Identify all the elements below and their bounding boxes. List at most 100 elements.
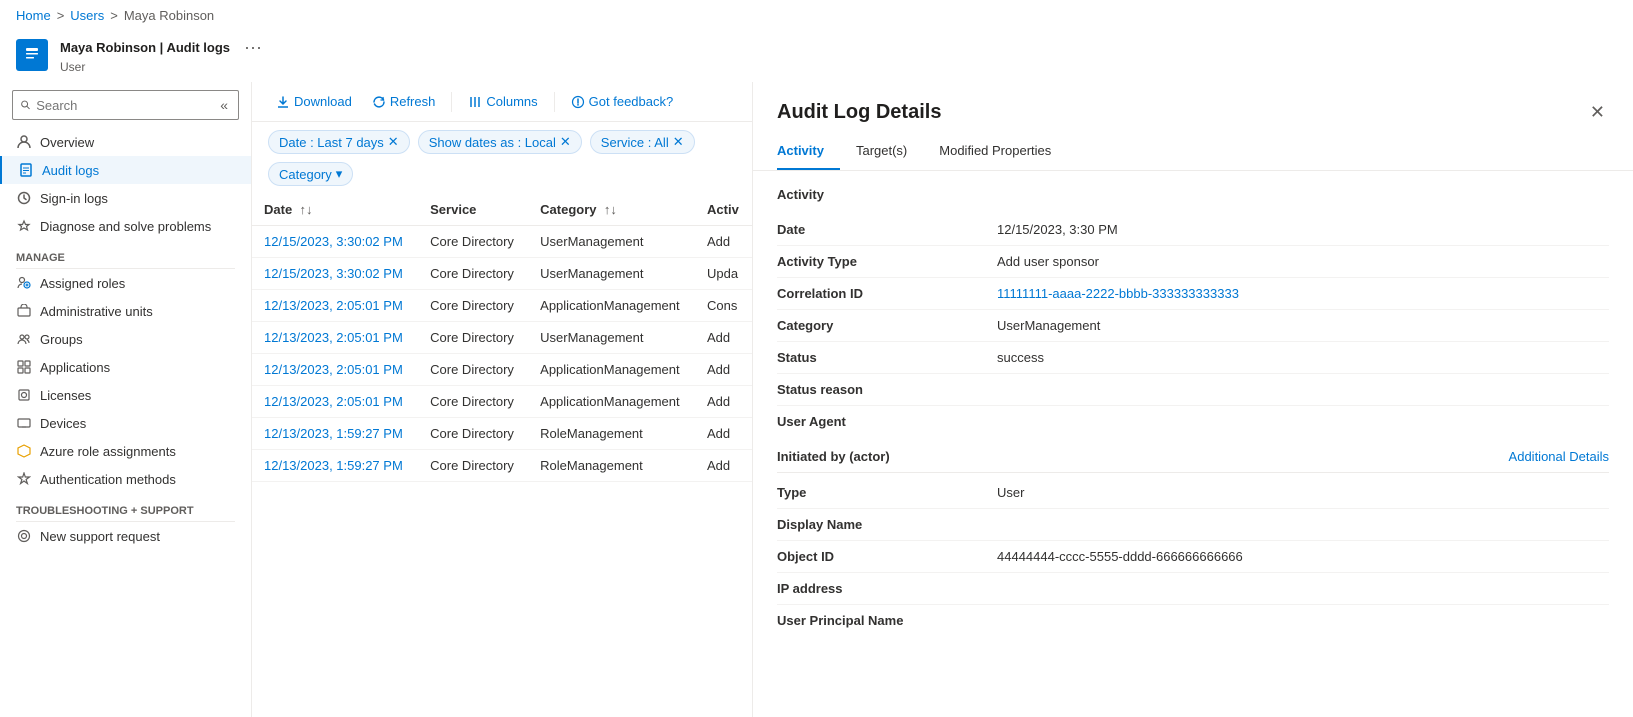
search-box[interactable]: « — [12, 90, 239, 120]
cell-date[interactable]: 12/15/2023, 3:30:02 PM — [252, 226, 418, 258]
category-filter-chip[interactable]: Category ▾ — [268, 162, 353, 186]
date-filter-chip[interactable]: Date : Last 7 days ✕ — [268, 130, 410, 154]
feedback-icon — [571, 95, 585, 109]
dates-as-filter-chip[interactable]: Show dates as : Local ✕ — [418, 130, 582, 154]
additional-details-link[interactable]: Additional Details — [1509, 449, 1609, 464]
actor-field-row: IP address — [777, 573, 1609, 605]
close-detail-button[interactable]: ✕ — [1586, 98, 1609, 127]
table-row[interactable]: 12/13/2023, 2:05:01 PM Core Directory Ap… — [252, 354, 752, 386]
cell-category: RoleManagement — [528, 418, 695, 450]
sidebar-item-licenses[interactable]: Licenses — [0, 381, 251, 409]
actor-field-label: IP address — [777, 581, 997, 596]
cell-date[interactable]: 12/13/2023, 1:59:27 PM — [252, 418, 418, 450]
header-title-block: Maya Robinson | Audit logs ··· User — [60, 35, 268, 74]
sidebar-item-label: Assigned roles — [40, 276, 125, 291]
sidebar-item-label: New support request — [40, 529, 160, 544]
actor-field-label: User Principal Name — [777, 613, 997, 628]
toolbar-separator — [554, 92, 555, 112]
cell-activity: Add — [695, 354, 752, 386]
sidebar: « Overview Audit logs Sign-in logs — [0, 82, 252, 717]
app-container: Home > Users > Maya Robinson Maya Robins… — [0, 0, 1633, 717]
actor-field-label: Display Name — [777, 517, 997, 532]
table-row[interactable]: 12/15/2023, 3:30:02 PM Core Directory Us… — [252, 258, 752, 290]
actor-section-label: Initiated by (actor) — [777, 449, 890, 464]
cell-date[interactable]: 12/13/2023, 2:05:01 PM — [252, 354, 418, 386]
cell-category: UserManagement — [528, 258, 695, 290]
cell-service: Core Directory — [418, 322, 528, 354]
sidebar-item-label: Authentication methods — [40, 472, 176, 487]
sidebar-item-devices[interactable]: Devices — [0, 409, 251, 437]
refresh-button[interactable]: Refresh — [364, 90, 444, 113]
detail-field-value: success — [997, 350, 1609, 365]
detail-field-label: Correlation ID — [777, 286, 997, 301]
cell-activity: Cons — [695, 290, 752, 322]
sidebar-item-new-support[interactable]: New support request — [0, 522, 251, 550]
cell-date[interactable]: 12/13/2023, 2:05:01 PM — [252, 386, 418, 418]
sidebar-item-azure-roles[interactable]: Azure role assignments — [0, 437, 251, 465]
cell-activity: Upda — [695, 258, 752, 290]
content-area: Download Refresh Columns Got feedback — [252, 82, 1633, 717]
header-title-row: Maya Robinson | Audit logs ··· — [60, 35, 268, 60]
sidebar-item-admin-units[interactable]: Administrative units — [0, 297, 251, 325]
breadcrumb-users[interactable]: Users — [70, 8, 104, 23]
table-body: 12/15/2023, 3:30:02 PM Core Directory Us… — [252, 226, 752, 482]
cell-date[interactable]: 12/13/2023, 1:59:27 PM — [252, 450, 418, 482]
sidebar-item-overview[interactable]: Overview — [0, 128, 251, 156]
sidebar-item-groups[interactable]: Groups — [0, 325, 251, 353]
table-row[interactable]: 12/13/2023, 1:59:27 PM Core Directory Ro… — [252, 418, 752, 450]
columns-icon — [468, 95, 482, 109]
cell-service: Core Directory — [418, 226, 528, 258]
sidebar-item-applications[interactable]: Applications — [0, 353, 251, 381]
header-subtitle: User — [60, 60, 268, 74]
cell-date[interactable]: 12/13/2023, 2:05:01 PM — [252, 290, 418, 322]
toolbar: Download Refresh Columns Got feedback — [252, 82, 752, 122]
feedback-button[interactable]: Got feedback? — [563, 90, 682, 113]
sidebar-item-label: Azure role assignments — [40, 444, 176, 459]
table-row[interactable]: 12/13/2023, 2:05:01 PM Core Directory Us… — [252, 322, 752, 354]
table-header-row: Date ↑↓ Service Category ↑↓ — [252, 194, 752, 226]
sidebar-item-diagnose[interactable]: Diagnose and solve problems — [0, 212, 251, 240]
detail-panel: Audit Log Details ✕ Activity Target(s) M… — [753, 82, 1633, 717]
download-button[interactable]: Download — [268, 90, 360, 113]
breadcrumb-home[interactable]: Home — [16, 8, 51, 23]
assigned-roles-icon — [16, 275, 32, 291]
cell-date[interactable]: 12/13/2023, 2:05:01 PM — [252, 322, 418, 354]
col-category[interactable]: Category ↑↓ — [528, 194, 695, 226]
cell-service: Core Directory — [418, 258, 528, 290]
table-row[interactable]: 12/13/2023, 2:05:01 PM Core Directory Ap… — [252, 386, 752, 418]
table-row[interactable]: 12/13/2023, 1:59:27 PM Core Directory Ro… — [252, 450, 752, 482]
table-row[interactable]: 12/15/2023, 3:30:02 PM Core Directory Us… — [252, 226, 752, 258]
cell-activity: Add — [695, 322, 752, 354]
tab-modified-properties[interactable]: Modified Properties — [939, 135, 1067, 170]
sidebar-item-label: Overview — [40, 135, 94, 150]
sidebar-item-sign-in-logs[interactable]: Sign-in logs — [0, 184, 251, 212]
search-input[interactable] — [36, 98, 212, 113]
col-activity[interactable]: Activ — [695, 194, 752, 226]
sidebar-item-auth-methods[interactable]: Authentication methods — [0, 465, 251, 493]
actor-field-label: Type — [777, 485, 997, 500]
tab-targets[interactable]: Target(s) — [856, 135, 923, 170]
sidebar-item-label: Devices — [40, 416, 86, 431]
detail-field-label: User Agent — [777, 414, 997, 429]
sidebar-item-assigned-roles[interactable]: Assigned roles — [0, 269, 251, 297]
actor-field-row: User Principal Name — [777, 605, 1609, 636]
col-service[interactable]: Service — [418, 194, 528, 226]
tab-activity[interactable]: Activity — [777, 135, 840, 170]
detail-fields: Date 12/15/2023, 3:30 PM Activity Type A… — [777, 214, 1609, 437]
actor-section-header: Initiated by (actor) Additional Details — [777, 437, 1609, 468]
chip-close-icon: ✕ — [388, 134, 399, 150]
service-filter-chip[interactable]: Service : All ✕ — [590, 130, 695, 154]
table-row[interactable]: 12/13/2023, 2:05:01 PM Core Directory Ap… — [252, 290, 752, 322]
collapse-sidebar-button[interactable]: « — [218, 95, 230, 115]
actor-fields: Type User Display Name Object ID 4444444… — [777, 477, 1609, 636]
actor-field-row: Object ID 44444444-cccc-5555-dddd-666666… — [777, 541, 1609, 573]
cell-date[interactable]: 12/15/2023, 3:30:02 PM — [252, 258, 418, 290]
columns-button[interactable]: Columns — [460, 90, 545, 113]
col-date[interactable]: Date ↑↓ — [252, 194, 418, 226]
cell-service: Core Directory — [418, 354, 528, 386]
sidebar-item-label: Audit logs — [42, 163, 99, 178]
diagnose-icon — [16, 218, 32, 234]
sidebar-item-audit-logs[interactable]: Audit logs — [0, 156, 251, 184]
more-options-button[interactable]: ··· — [238, 35, 268, 60]
detail-field-row: Status success — [777, 342, 1609, 374]
